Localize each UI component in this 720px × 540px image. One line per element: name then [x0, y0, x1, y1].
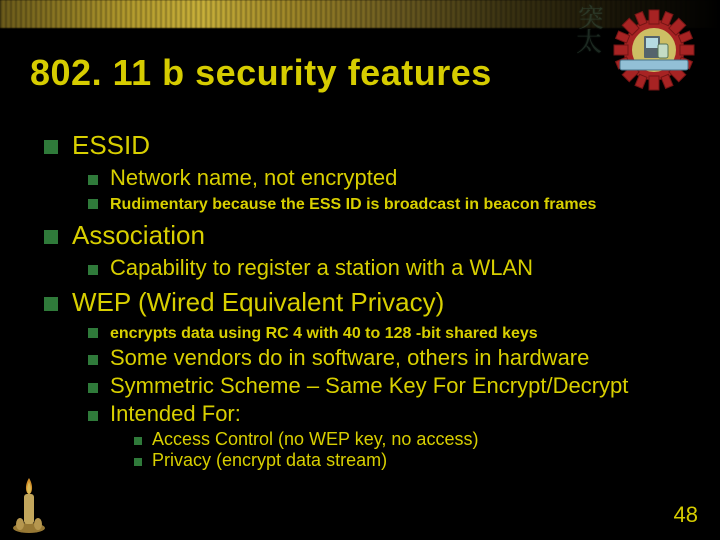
slide-number: 48	[674, 502, 698, 528]
bullet-l1: WEP (Wired Equivalent Privacy)	[72, 287, 444, 318]
bullet-icon	[44, 297, 58, 311]
bullet-l3: Privacy (encrypt data stream)	[152, 450, 387, 471]
bullet-icon	[44, 230, 58, 244]
decorative-top-strip	[0, 0, 720, 28]
bullet-l2: Rudimentary because the ESS ID is broadc…	[110, 196, 596, 214]
bullet-icon	[134, 437, 142, 445]
bullet-l3: Access Control (no WEP key, no access)	[152, 429, 478, 450]
bullet-l1: ESSID	[72, 130, 150, 161]
bullet-icon	[88, 328, 98, 338]
slide-title: 802. 11 b security features	[30, 52, 492, 94]
bullet-l2: Network name, not encrypted	[110, 165, 397, 191]
bullet-l2: Some vendors do in software, others in h…	[110, 345, 589, 371]
bullet-l2: Capability to register a station with a …	[110, 255, 533, 281]
bullet-l2: Symmetric Scheme – Same Key For Encrypt/…	[110, 373, 628, 399]
bullet-icon	[88, 175, 98, 185]
bullet-l1: Association	[72, 220, 205, 251]
bullet-icon	[44, 140, 58, 154]
bullet-l2: encrypts data using RC 4 with 40 to 128 …	[110, 325, 538, 343]
bullet-icon	[88, 199, 98, 209]
bullet-l2: Intended For:	[110, 401, 241, 427]
bullet-icon	[88, 411, 98, 421]
slide-content: ESSID Network name, not encrypted Rudime…	[44, 130, 700, 477]
bullet-icon	[88, 383, 98, 393]
bullet-icon	[134, 458, 142, 466]
bullet-icon	[88, 355, 98, 365]
bullet-icon	[88, 265, 98, 275]
